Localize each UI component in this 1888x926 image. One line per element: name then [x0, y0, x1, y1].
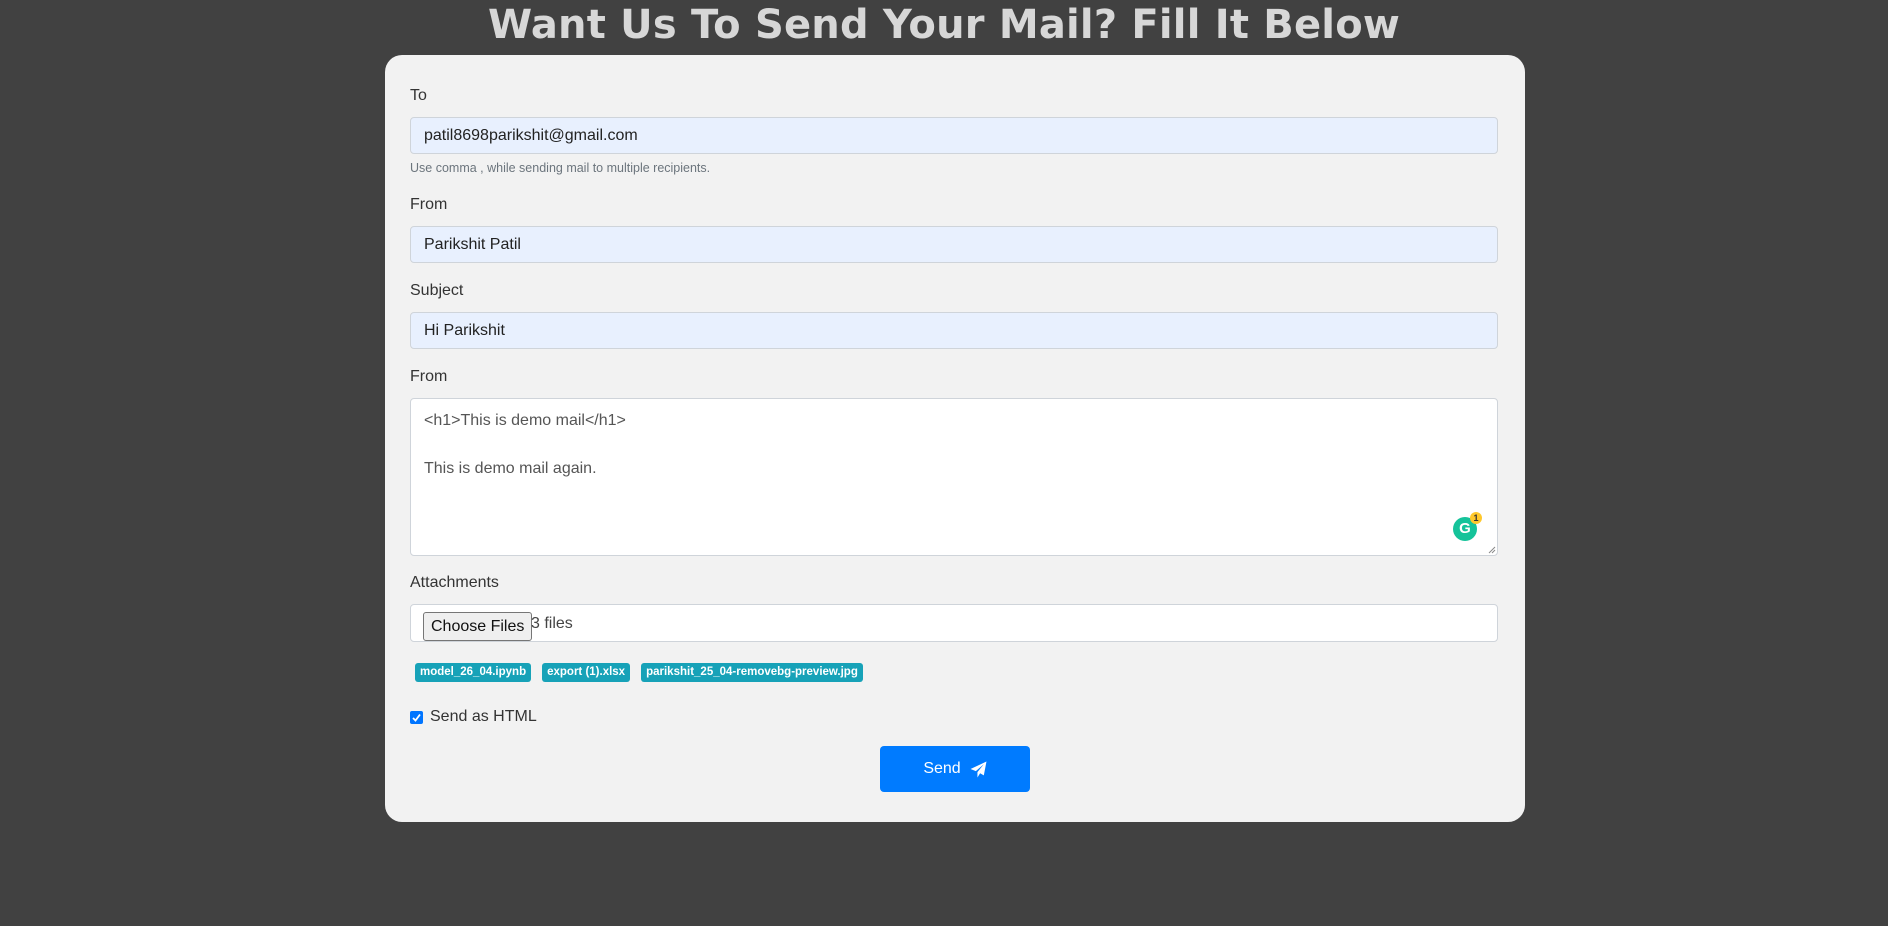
send-as-html-checkbox[interactable]: [410, 710, 423, 724]
subject-label: Subject: [410, 282, 464, 299]
resize-handle-icon[interactable]: [1488, 546, 1496, 554]
to-hint: Use comma , while sending mail to multip…: [410, 161, 711, 175]
send-as-html-label: Send as HTML: [430, 708, 537, 725]
to-label: To: [410, 87, 427, 104]
attachment-chips: model_26_04.ipynb export (1).xlsx pariks…: [415, 663, 863, 682]
mail-form-card: To patil8698parikshit@gmail.com Use comm…: [385, 55, 1525, 822]
send-button[interactable]: Send: [880, 746, 1030, 792]
grammarly-letter: G: [1459, 520, 1471, 537]
from-label: From: [410, 196, 448, 213]
send-button-label: Send: [923, 760, 961, 777]
file-count: 3 files: [531, 615, 573, 632]
grammarly-count-badge: 1: [1470, 512, 1482, 524]
from-input[interactable]: Parikshit Patil: [410, 226, 1498, 263]
send-as-html-row: Send as HTML: [410, 708, 537, 726]
body-label: From: [410, 368, 448, 385]
check-icon: [412, 713, 421, 722]
attachment-chip: parikshit_25_04-removebg-preview.jpg: [641, 663, 863, 682]
attachment-chip: model_26_04.ipynb: [415, 663, 532, 682]
page-title: Want Us To Send Your Mail? Fill It Below: [487, 2, 1401, 48]
to-input[interactable]: patil8698parikshit@gmail.com: [410, 117, 1498, 154]
file-input[interactable]: Choose Files 3 files: [410, 604, 1498, 642]
attachment-chip: export (1).xlsx: [542, 663, 631, 682]
body-textarea[interactable]: <h1>This is demo mail</h1> This is demo …: [410, 398, 1498, 556]
grammarly-icon[interactable]: G 1: [1453, 512, 1482, 541]
paper-plane-icon: [970, 761, 987, 777]
subject-input[interactable]: Hi Parikshit: [410, 312, 1498, 349]
choose-files-button[interactable]: Choose Files: [423, 612, 533, 641]
attachments-label: Attachments: [410, 574, 499, 591]
